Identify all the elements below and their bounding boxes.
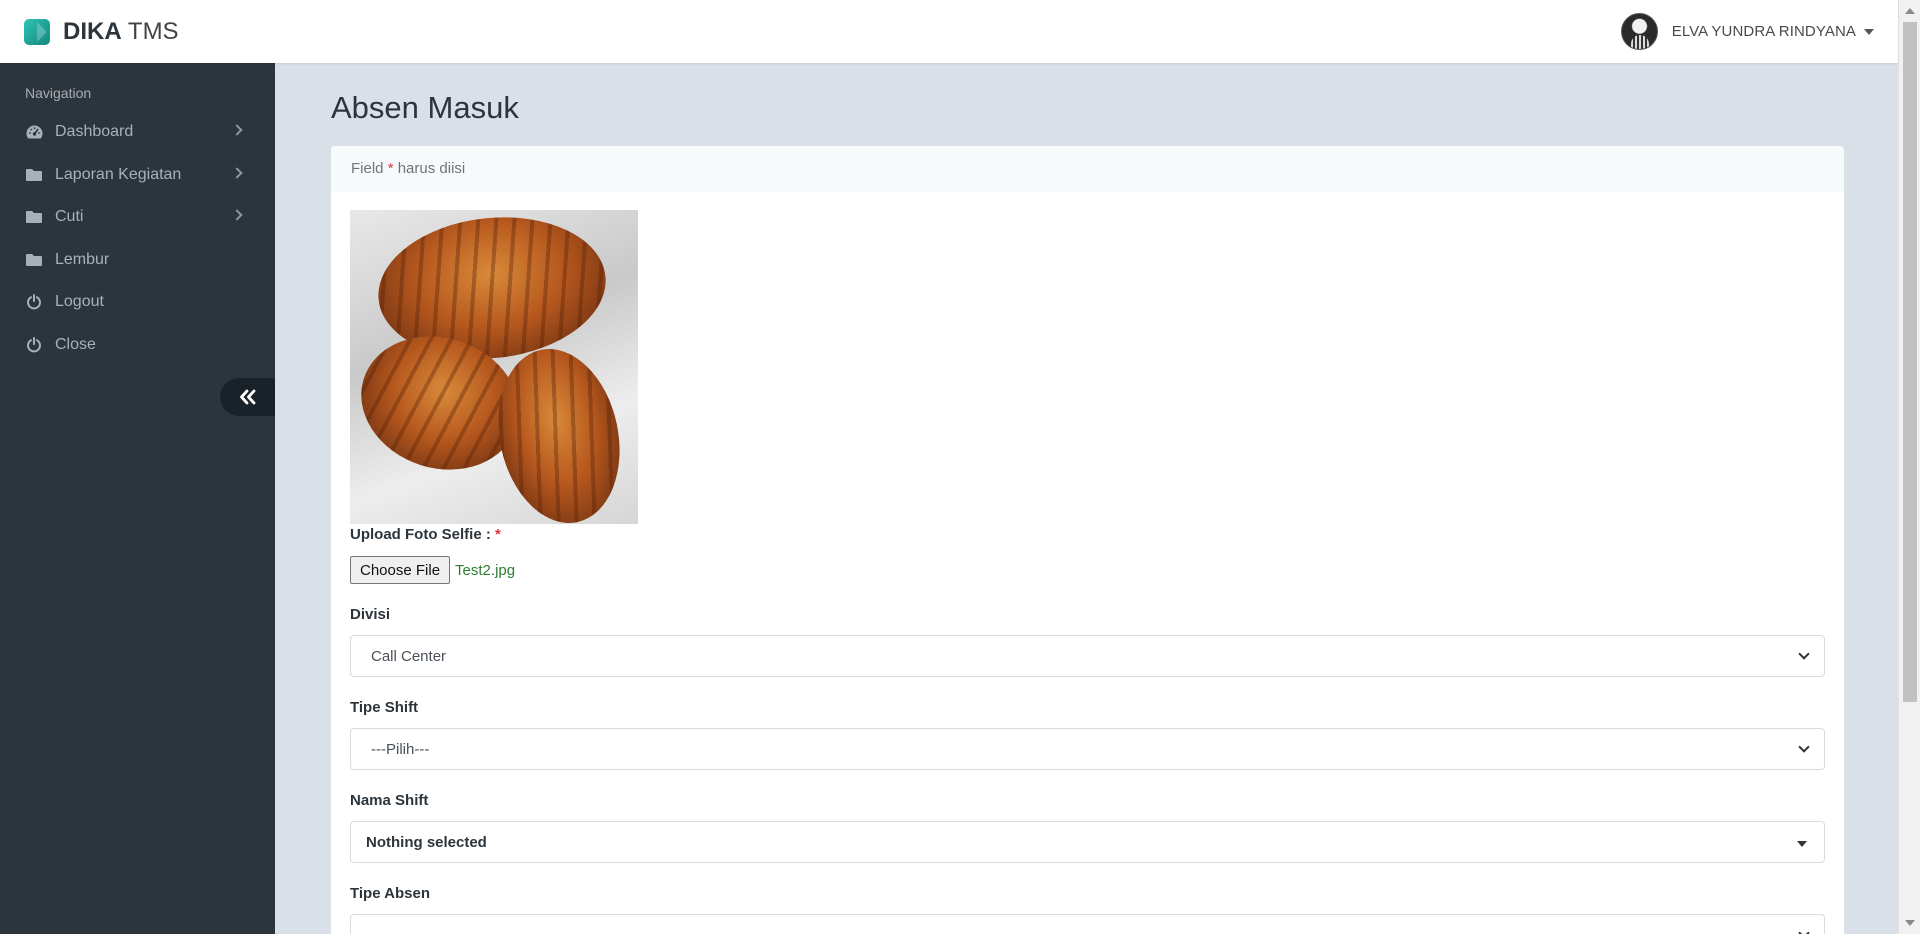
chevron-down-icon xyxy=(1798,741,1810,753)
sidebar-item-label: Close xyxy=(55,335,96,353)
nav-list: Dashboard Laporan Kegiatan Cuti Lembur L… xyxy=(0,111,275,366)
upload-label: Upload Foto Selfie : * xyxy=(350,526,1825,543)
page-scrollbar[interactable] xyxy=(1898,0,1920,934)
selected-file-name: Test2.jpg xyxy=(455,561,516,579)
tipe-shift-label: Tipe Shift xyxy=(350,699,419,716)
chevron-right-icon xyxy=(231,124,243,136)
sidebar-item-laporan-kegiatan[interactable]: Laporan Kegiatan xyxy=(0,154,275,197)
choose-file-button[interactable]: Choose File xyxy=(350,556,451,584)
tipe-absen-label: Tipe Absen xyxy=(350,885,431,902)
sidebar-item-logout[interactable]: Logout xyxy=(0,281,275,324)
folder-icon xyxy=(24,167,44,183)
caret-down-icon xyxy=(1797,841,1807,847)
sidebar-item-label: Lembur xyxy=(55,250,110,268)
scroll-up-arrow-icon[interactable] xyxy=(1905,8,1915,14)
panel-heading: Field * harus diisi xyxy=(331,146,1844,192)
top-header: DIKA TMS ELVA YUNDRA RINDYANA xyxy=(0,0,1898,63)
nav-section-label: Navigation xyxy=(25,85,92,101)
note-prefix: Field xyxy=(351,160,384,177)
selfie-preview-image xyxy=(350,210,638,524)
scroll-down-arrow-icon[interactable] xyxy=(1905,920,1915,926)
sidebar-item-label: Logout xyxy=(55,293,104,311)
chevron-down-icon xyxy=(1798,927,1810,934)
tipe-absen-field: Tipe Absen xyxy=(350,885,1825,934)
caret-down-icon xyxy=(1864,28,1874,35)
brand-name-bold: DIKA xyxy=(63,17,122,45)
folder-icon xyxy=(24,252,44,268)
croissant-shape xyxy=(482,337,636,524)
avatar xyxy=(1620,13,1658,50)
tipe-absen-select[interactable] xyxy=(350,914,1825,934)
tipe-shift-select[interactable]: ---Pilih--- xyxy=(350,728,1825,770)
sidebar-item-close[interactable]: Close xyxy=(0,324,275,367)
sidebar-item-label: Dashboard xyxy=(55,123,134,141)
chevron-right-icon xyxy=(231,166,243,179)
nama-shift-select[interactable]: Nothing selected xyxy=(350,821,1825,863)
sidebar-collapse-button[interactable] xyxy=(220,378,275,416)
brand[interactable]: DIKA TMS xyxy=(24,18,179,45)
sidebar-item-label: Cuti xyxy=(55,208,84,226)
gauge-icon xyxy=(24,124,44,140)
form-panel: Field * harus diisi Upload Foto Selfie :… xyxy=(331,146,1844,934)
note-suffix: harus diisi xyxy=(397,160,466,177)
folder-icon xyxy=(24,209,44,225)
required-star: * xyxy=(495,526,501,543)
brand-name-light: TMS xyxy=(127,17,179,45)
user-name: ELVA YUNDRA RINDYANA xyxy=(1671,23,1856,40)
divisi-select[interactable]: Call Center xyxy=(350,635,1825,677)
scrollbar-thumb[interactable] xyxy=(1903,22,1917,702)
sidebar: Navigation Dashboard Laporan Kegiatan Cu… xyxy=(0,63,275,934)
nama-shift-label: Nama Shift xyxy=(350,792,429,809)
tipe-shift-selected-value: ---Pilih--- xyxy=(371,740,430,758)
brand-name: DIKA TMS xyxy=(63,18,179,46)
chevron-down-icon xyxy=(1798,648,1810,660)
upload-label-text: Upload Foto Selfie : xyxy=(350,526,491,543)
divisi-selected-value: Call Center xyxy=(371,647,447,665)
divisi-label: Divisi xyxy=(350,606,391,623)
sidebar-item-cuti[interactable]: Cuti xyxy=(0,196,275,239)
brand-logo-icon xyxy=(24,18,50,45)
chevron-right-icon xyxy=(231,209,243,221)
divisi-field: Divisi Call Center xyxy=(350,606,1825,677)
power-icon xyxy=(24,336,44,353)
user-menu[interactable]: ELVA YUNDRA RINDYANA xyxy=(1620,13,1874,50)
nama-shift-selected-value: Nothing selected xyxy=(366,833,487,851)
sidebar-item-label: Laporan Kegiatan xyxy=(55,165,182,183)
double-chevron-left-icon xyxy=(239,389,255,405)
main-content: Absen Masuk Field * harus diisi Upload F… xyxy=(275,63,1898,934)
panel-body: Upload Foto Selfie : * Choose File Test2… xyxy=(331,192,1844,934)
tipe-shift-field: Tipe Shift ---Pilih--- xyxy=(350,699,1825,770)
page-title: Absen Masuk xyxy=(331,90,519,125)
power-icon xyxy=(24,294,44,310)
file-input: Choose File Test2.jpg xyxy=(350,556,1825,584)
required-star: * xyxy=(387,160,394,177)
nama-shift-field: Nama Shift Nothing selected xyxy=(350,792,1825,863)
sidebar-item-dashboard[interactable]: Dashboard xyxy=(0,111,275,154)
sidebar-item-lembur[interactable]: Lembur xyxy=(0,239,275,282)
